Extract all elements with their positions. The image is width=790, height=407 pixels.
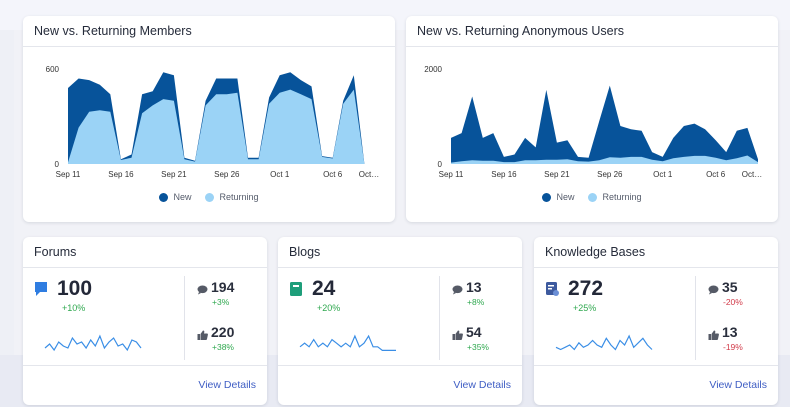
chat-bubble-icon xyxy=(34,281,48,297)
sparkline-line xyxy=(555,334,653,351)
card-footer: View Details xyxy=(23,365,267,405)
comments-count: 13 xyxy=(466,279,482,295)
comments-stat: 35 -20% xyxy=(708,279,743,307)
x-tick-label: Sep 26 xyxy=(597,170,623,179)
likes-stat: 54 +35% xyxy=(452,324,489,352)
comments-count: 35 xyxy=(722,279,738,295)
card-title: Blogs xyxy=(278,237,522,268)
card-title: Knowledge Bases xyxy=(534,237,778,268)
legend-returning-swatch xyxy=(205,192,215,202)
main-change: +25% xyxy=(573,303,597,313)
legend-new[interactable]: New xyxy=(542,192,574,202)
legend-returning-label: Returning xyxy=(602,192,642,202)
main-count: 100 xyxy=(57,277,93,300)
legend-returning-label: Returning xyxy=(219,192,259,202)
y-tick-label: 2000 xyxy=(424,65,442,74)
anon-chart-title: New vs. Returning Anonymous Users xyxy=(406,16,778,47)
divider xyxy=(695,276,696,360)
y-tick-label: 600 xyxy=(46,65,60,74)
knowledge-bases-card: Knowledge Bases 272 +25% 35 -20% 13 -19%… xyxy=(534,237,778,405)
members-area-chart: 600 0Sep 11 Sep 16 Sep 21 Sep 26 Oct 1 Oct 6 Oc… xyxy=(46,65,380,179)
sparkline-line xyxy=(299,334,396,351)
comment-icon xyxy=(708,282,719,295)
x-tick-label: Sep 11 xyxy=(439,170,464,179)
x-tick-label: Sep 16 xyxy=(491,170,517,179)
legend-new-swatch xyxy=(542,192,552,202)
main-change: +10% xyxy=(62,303,86,313)
anon-legend: New Returning xyxy=(406,192,778,202)
x-tick-label: Oct 1 xyxy=(270,170,290,179)
x-tick-label: Sep 26 xyxy=(214,170,240,179)
blogs-card: Blogs 24 +20% 13 +8% 54 +35% View Detail… xyxy=(278,237,522,405)
anon-chart-card: New vs. Returning Anonymous Users 2000 0 S… xyxy=(406,16,778,222)
comment-icon xyxy=(452,282,463,295)
x-tick-label: Oct… xyxy=(742,170,762,179)
anon-area-chart: 2000 0Sep 11 Sep 16 Sep 21 Sep 26 Oct 1 Oct 6 O… xyxy=(424,65,762,179)
x-tick-label: Sep 16 xyxy=(108,170,134,179)
likes-count: 13 xyxy=(722,324,738,340)
y-tick-label: 0 xyxy=(55,160,60,169)
likes-count: 220 xyxy=(211,324,235,340)
x-tick-label: Oct 6 xyxy=(706,170,726,179)
legend-returning[interactable]: Returning xyxy=(588,192,642,202)
view-details-link[interactable]: View Details xyxy=(453,379,511,391)
y-tick-label: 0 xyxy=(438,160,443,169)
comments-change: +8% xyxy=(467,297,485,307)
legend-new[interactable]: New xyxy=(159,192,191,202)
members-chart-title: New vs. Returning Members xyxy=(23,16,395,47)
likes-stat: 13 -19% xyxy=(708,324,743,352)
legend-returning-swatch xyxy=(588,192,598,202)
comment-icon xyxy=(197,282,208,295)
legend-new-label: New xyxy=(556,192,575,202)
likes-change: -19% xyxy=(723,342,743,352)
view-details-link[interactable]: View Details xyxy=(198,379,256,391)
thumbs-up-icon xyxy=(708,327,719,340)
comments-stat: 194 +3% xyxy=(197,279,234,307)
x-tick-label: Oct… xyxy=(359,170,379,179)
comments-change: +3% xyxy=(212,297,230,307)
sparkline-line xyxy=(44,334,142,352)
thumbs-up-icon xyxy=(197,327,208,340)
divider xyxy=(184,276,185,360)
likes-change: +38% xyxy=(212,342,234,352)
legend-new-swatch xyxy=(159,192,169,202)
legend-new-label: New xyxy=(173,192,192,202)
kb-icon xyxy=(545,281,559,297)
likes-count: 54 xyxy=(466,324,482,340)
view-details-link[interactable]: View Details xyxy=(709,379,767,391)
members-chart-card: New vs. Returning Members 600 0 Sep 11 Sep … xyxy=(23,16,395,222)
x-tick-label: Oct 6 xyxy=(323,170,343,179)
card-title: Forums xyxy=(23,237,267,268)
members-legend: New Returning xyxy=(23,192,395,202)
main-count: 24 xyxy=(312,277,336,300)
forums-card: Forums 100 +10% 194 +3% 220 +38% View De… xyxy=(23,237,267,405)
card-footer: View Details xyxy=(534,365,778,405)
divider xyxy=(439,276,440,360)
sparkline xyxy=(555,334,653,351)
thumbs-up-icon xyxy=(452,327,463,340)
x-tick-label: Sep 21 xyxy=(161,170,187,179)
sparkline xyxy=(44,334,142,352)
card-footer: View Details xyxy=(278,365,522,405)
comments-change: -20% xyxy=(723,297,743,307)
x-tick-label: Sep 21 xyxy=(544,170,570,179)
series-new-area xyxy=(451,85,758,164)
sparkline xyxy=(299,334,396,351)
main-count: 272 xyxy=(568,277,604,300)
main-change: +20% xyxy=(317,303,341,313)
likes-stat: 220 +38% xyxy=(197,324,234,352)
legend-returning[interactable]: Returning xyxy=(205,192,259,202)
comments-count: 194 xyxy=(211,279,235,295)
likes-change: +35% xyxy=(467,342,489,352)
x-tick-label: Oct 1 xyxy=(653,170,673,179)
comments-stat: 13 +8% xyxy=(452,279,484,307)
book-icon xyxy=(289,281,303,297)
x-tick-label: Sep 11 xyxy=(56,170,81,179)
